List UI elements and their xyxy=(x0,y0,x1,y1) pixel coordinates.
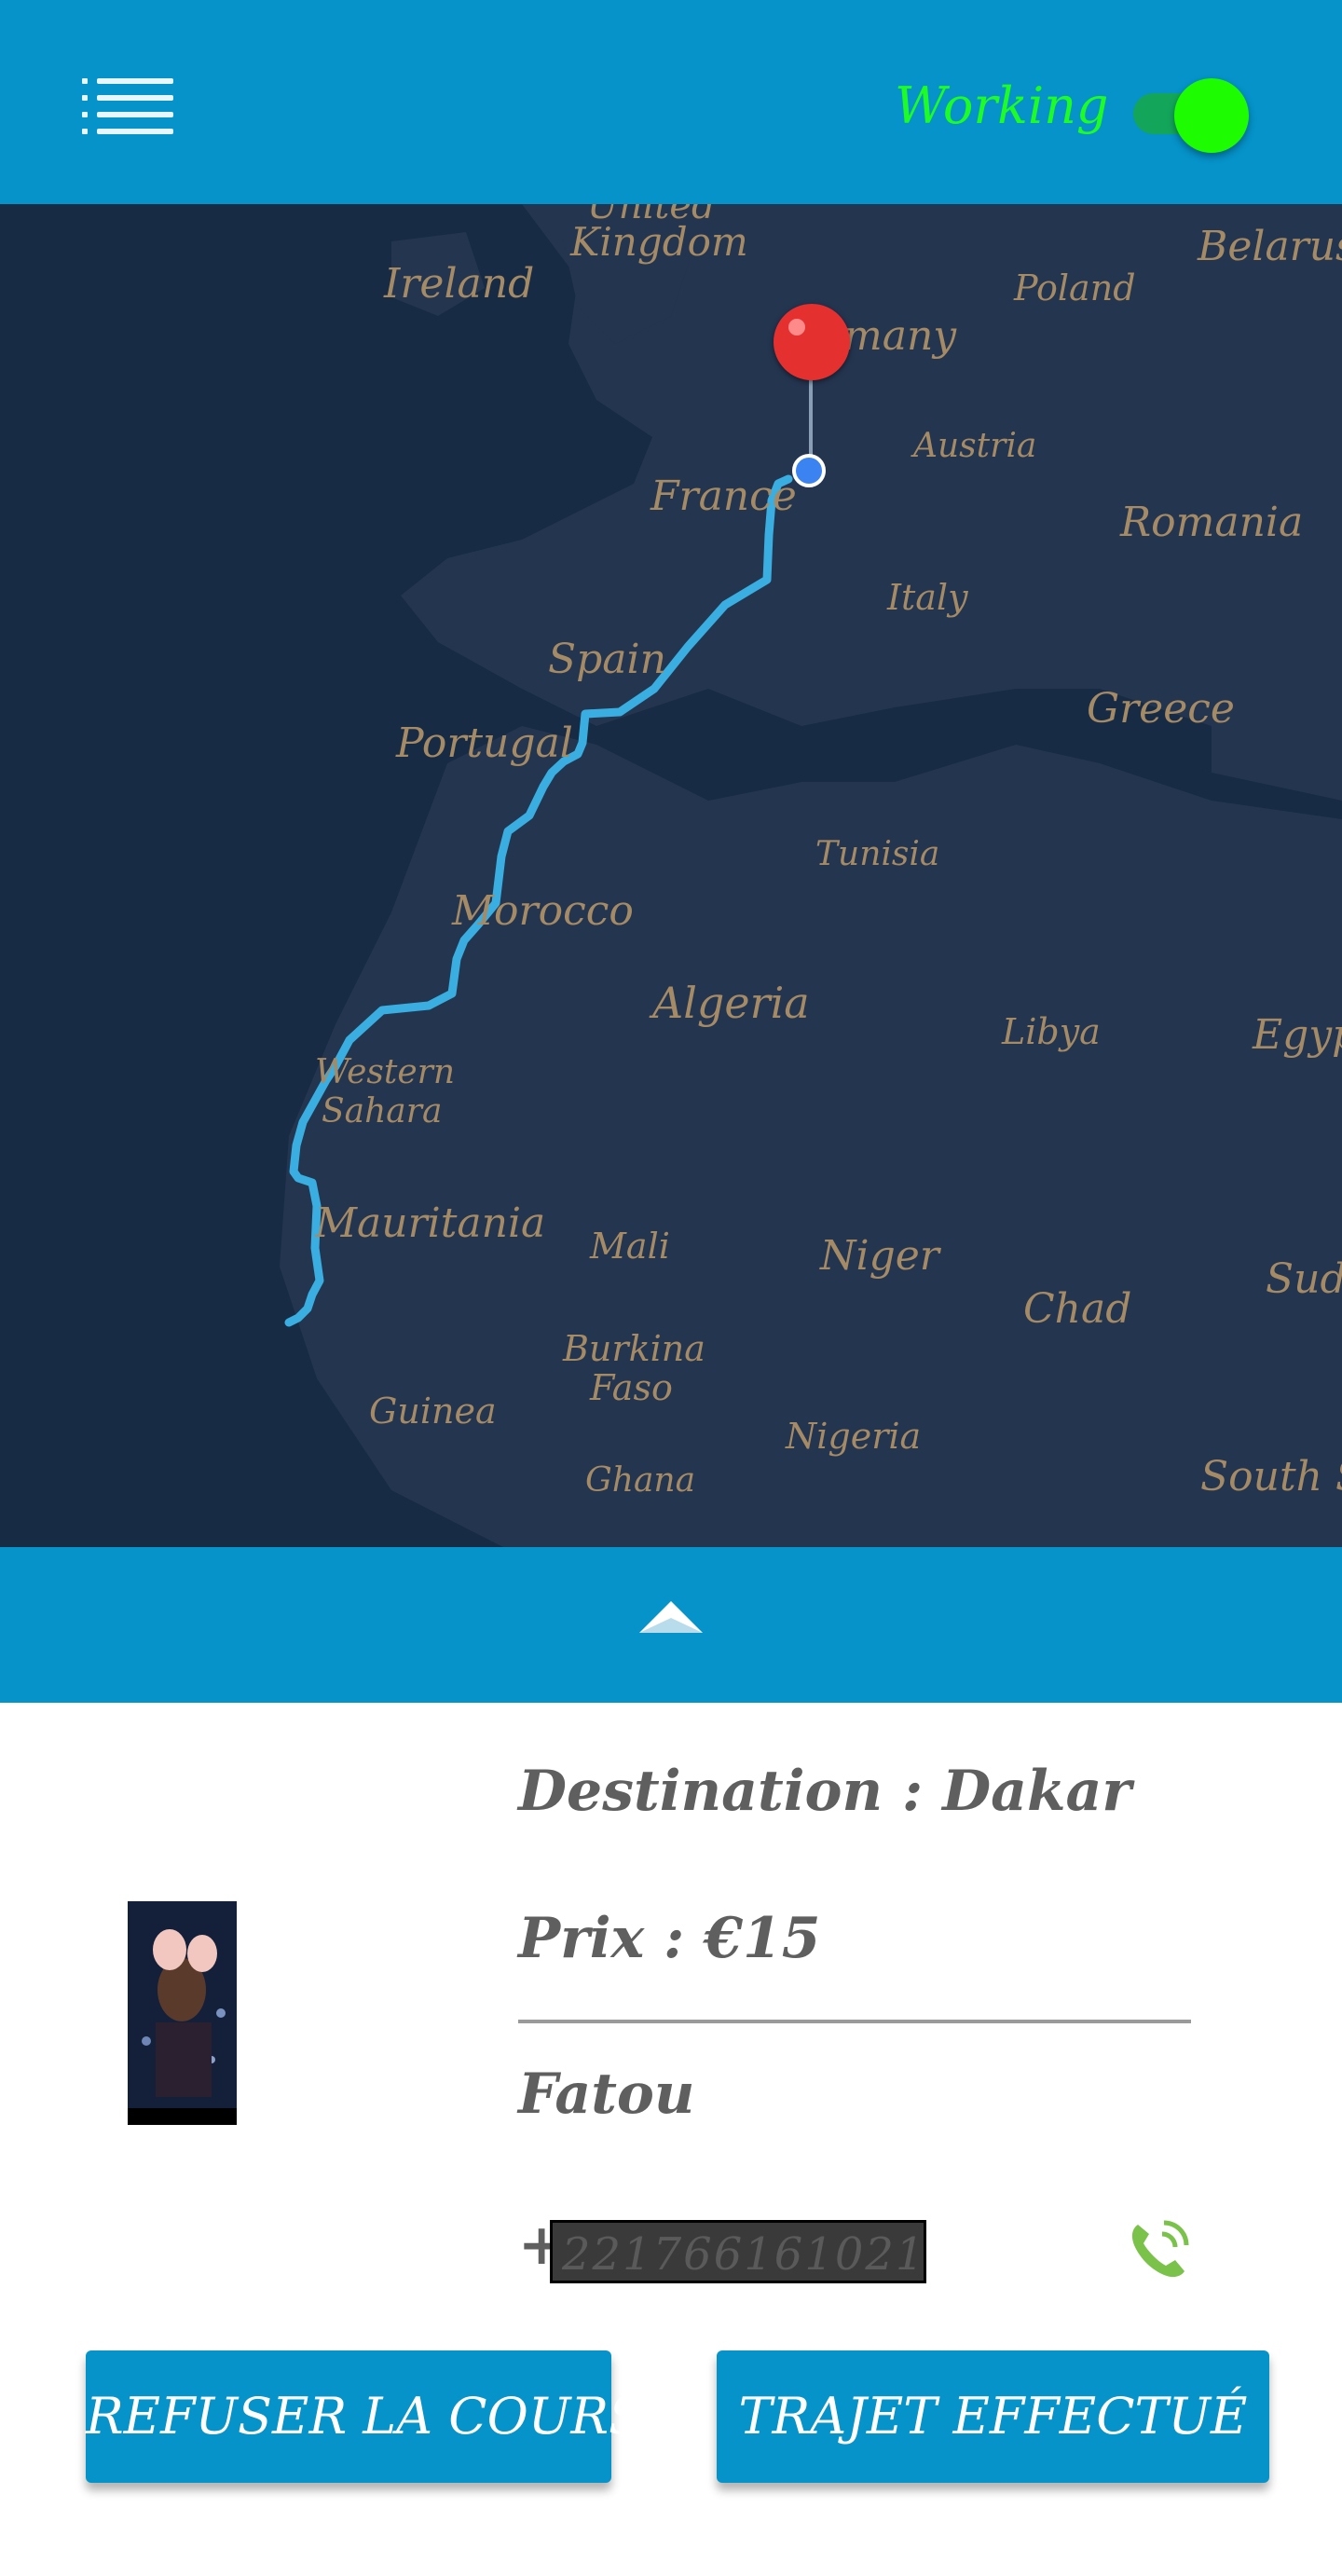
phone-number: 221766161021 xyxy=(562,2228,926,2281)
working-status-toggle[interactable] xyxy=(1131,76,1253,153)
label-tunisia: Tunisia xyxy=(815,835,940,873)
label-sudan: Sude xyxy=(1266,1255,1342,1303)
trip-completed-button[interactable]: TRAJET EFFECTUÉ xyxy=(717,2350,1269,2483)
label-belarus: Belarus xyxy=(1198,223,1342,270)
toggle-knob xyxy=(1174,78,1249,153)
hamburger-menu-icon[interactable] xyxy=(82,78,173,134)
label-ghana: Ghana xyxy=(585,1461,696,1500)
top-app-bar: Working xyxy=(0,0,1342,204)
destination-pin-icon[interactable] xyxy=(774,304,850,380)
phone-number-redacted: 221766161021 xyxy=(550,2220,926,2283)
label-spain: Spain xyxy=(548,636,666,683)
label-morocco: Morocco xyxy=(452,887,634,935)
expand-panel-bar[interactable] xyxy=(0,1547,1342,1703)
label-germany: many xyxy=(843,312,957,360)
label-austria: Austria xyxy=(913,427,1037,465)
route-map[interactable]: United Kingdom Ireland Poland Belarus ma… xyxy=(0,204,1342,1547)
label-romania: Romania xyxy=(1120,499,1304,546)
label-mauritania: Mauritania xyxy=(315,1199,546,1247)
working-status-label: Working xyxy=(895,76,1109,135)
label-burkina-2: Faso xyxy=(590,1367,673,1408)
label-western-sahara-1: Western xyxy=(315,1053,456,1091)
label-poland: Poland xyxy=(1014,267,1136,308)
label-ireland: Ireland xyxy=(384,260,535,308)
label-egypt: Egyp xyxy=(1253,1011,1342,1059)
price-text: Prix : €15 xyxy=(518,1906,821,1971)
pin-stem xyxy=(809,377,813,463)
label-kingdom: Kingdom xyxy=(570,219,748,265)
label-algeria: Algeria xyxy=(652,978,810,1028)
label-italy: Italy xyxy=(887,577,968,618)
label-niger: Niger xyxy=(820,1232,939,1280)
label-france: France xyxy=(650,473,797,520)
label-south-sudan: South Su xyxy=(1200,1453,1342,1500)
label-chad: Chad xyxy=(1023,1285,1132,1333)
divider xyxy=(518,2020,1191,2023)
client-avatar xyxy=(128,1901,237,2125)
label-portugal: Portugal xyxy=(396,719,573,767)
label-libya: Libya xyxy=(1002,1011,1101,1052)
label-nigeria: Nigeria xyxy=(786,1416,922,1457)
label-mali: Mali xyxy=(590,1226,670,1267)
label-burkina-1: Burkina xyxy=(563,1328,705,1369)
refuse-ride-button[interactable]: REFUSER LA COURSE xyxy=(86,2350,679,2483)
label-western-sahara-2: Sahara xyxy=(322,1092,443,1130)
phone-call-icon[interactable] xyxy=(1123,2215,1194,2286)
label-guinea: Guinea xyxy=(369,1391,497,1432)
client-name: Fatou xyxy=(518,2062,695,2127)
label-greece: Greece xyxy=(1087,685,1235,733)
chevron-up-icon[interactable] xyxy=(637,1599,705,1637)
destination-text: Destination : Dakar xyxy=(518,1759,1132,1824)
current-location-icon[interactable] xyxy=(792,454,826,487)
